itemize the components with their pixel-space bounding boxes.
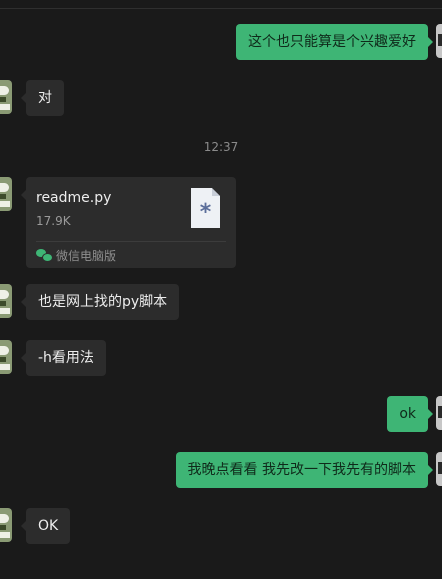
avatar-contact[interactable] [0, 340, 12, 374]
document-icon: * [191, 188, 220, 228]
file-divider [36, 241, 226, 242]
message-bubble-left[interactable]: 对 [21, 80, 64, 116]
avatar-contact[interactable] [0, 508, 12, 542]
top-divider [0, 8, 442, 9]
message-bubble-right[interactable]: 我晚点看看 我先改一下我先有的脚本 [175, 452, 434, 488]
message-text: 也是网上找的py脚本 [38, 294, 168, 310]
message-text: OK [38, 518, 59, 534]
message-bubble-left[interactable]: -h看用法 [21, 340, 106, 376]
message-bubble-right[interactable]: ok [387, 396, 433, 432]
message-bubble-right[interactable]: 这个也只能算是个兴趣爱好 [236, 24, 433, 60]
message-bubble-left[interactable]: 也是网上找的py脚本 [20, 284, 180, 320]
message-text: 对 [38, 90, 52, 106]
message-bubble-left[interactable]: OK [20, 508, 71, 544]
file-source: 微信电脑版 [36, 247, 116, 263]
avatar-contact[interactable] [0, 177, 12, 211]
file-name: readme.py [36, 190, 112, 206]
message-text: 我晚点看看 我先改一下我先有的脚本 [187, 462, 416, 478]
message-text: 这个也只能算是个兴趣爱好 [248, 34, 416, 50]
message-text: -h看用法 [38, 350, 94, 366]
wechat-icon [36, 248, 53, 262]
avatar-contact[interactable] [0, 80, 12, 114]
file-size: 17.9K [36, 214, 71, 228]
avatar-self[interactable] [436, 396, 442, 430]
avatar-self[interactable] [436, 452, 442, 486]
file-message-card[interactable]: readme.py 17.9K * 微信电脑版 [21, 177, 236, 268]
message-timestamp: 12:37 [203, 140, 239, 154]
file-source-label: 微信电脑版 [56, 248, 117, 263]
avatar-self[interactable] [436, 24, 442, 58]
avatar-contact[interactable] [0, 284, 12, 318]
message-text: ok [399, 406, 416, 422]
